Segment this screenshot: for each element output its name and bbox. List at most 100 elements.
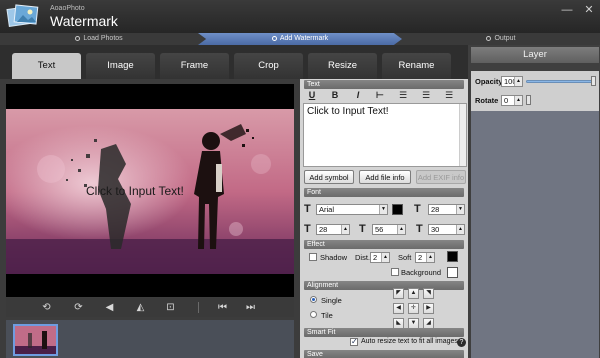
toolbar-divider (198, 302, 199, 313)
section-text-header: Text (304, 80, 464, 89)
background-color-swatch[interactable] (447, 267, 458, 278)
rotate-left-icon[interactable]: ⟲ (40, 301, 53, 314)
close-icon[interactable]: ✕ (582, 4, 596, 16)
tab-frame[interactable]: Frame (160, 53, 229, 79)
align-right-icon[interactable]: ☰ (443, 90, 455, 101)
rotate-value: 0 (504, 96, 509, 105)
align-top-right-icon[interactable]: ◥ (423, 288, 434, 299)
font-icon: T (304, 203, 311, 215)
autoresize-label: Auto resize text to fit all images (361, 338, 458, 345)
font-select-value: Arial (319, 205, 335, 214)
strikethrough-icon[interactable]: ⊢ (374, 90, 386, 101)
watermark-text-input[interactable]: Click to Input Text! (303, 103, 467, 167)
char-spacing-value: 30 (431, 225, 440, 234)
line-spacing-value: 28 (319, 225, 328, 234)
add-exif-info-button: Add EXIF info (416, 170, 466, 184)
tab-rename[interactable]: Rename (382, 53, 451, 79)
stepper-icon: ▲ (426, 253, 434, 262)
autoresize-checkbox[interactable] (350, 337, 358, 346)
align-left-icon[interactable]: ☰ (397, 90, 409, 101)
text-input-scrollbar[interactable] (459, 104, 466, 166)
line-spacing-icon: T (304, 223, 311, 235)
rotate-slider-handle[interactable] (526, 95, 531, 105)
tile-radio[interactable] (310, 311, 317, 318)
char-spacing-icon: T (416, 223, 423, 235)
fit-screen-icon[interactable]: ⊡ (164, 301, 177, 314)
flip-vertical-icon[interactable]: ◭ (134, 301, 147, 314)
soft-value: 2 (418, 253, 423, 262)
align-top-left-icon[interactable]: ◤ (393, 288, 404, 299)
background-checkbox[interactable] (391, 268, 399, 276)
align-top-center-icon[interactable]: ▲ (408, 288, 419, 299)
previous-icon[interactable]: ⏮ (216, 301, 229, 314)
layer-title: Layer (471, 47, 599, 63)
tab-text[interactable]: Text (12, 53, 81, 79)
font-size-value: 28 (431, 205, 440, 214)
align-middle-left-icon[interactable]: ◀ (393, 303, 404, 314)
stepper-icon: ▲ (341, 225, 349, 234)
italic-icon[interactable]: I (352, 90, 364, 101)
watermark-text-overlay[interactable]: Click to Input Text! (86, 184, 184, 198)
opacity-stepper[interactable]: 100 ▲ (501, 76, 523, 87)
letter-height-icon: T (359, 223, 366, 235)
tab-crop[interactable]: Crop (234, 53, 303, 79)
preview-toolbar: ⟲ ⟳ ◀ ◭ ⊡ ⏮ ⏭ (6, 298, 294, 317)
font-size-select[interactable]: 28 ▼ (428, 204, 465, 215)
next-icon[interactable]: ⏭ (244, 301, 257, 314)
section-effect-header: Effect (304, 240, 464, 249)
shadow-label: Shadow (320, 253, 348, 262)
layer-properties: Opacity 100 ▲ Rotate 0 ▲ (471, 71, 599, 111)
rotate-right-icon[interactable]: ⟳ (72, 301, 85, 314)
step-label: Add Watermark (279, 35, 329, 42)
font-select[interactable]: Arial ▼ (316, 204, 388, 215)
shadow-color-swatch[interactable] (447, 251, 458, 262)
tab-resize[interactable]: Resize (308, 53, 377, 79)
align-middle-right-icon[interactable]: ▶ (423, 303, 434, 314)
section-smartfit-header: Smart Fit (304, 328, 464, 337)
title-bar: AoaoPhoto Watermark — ✕ (0, 0, 600, 33)
tab-bar: Text Image Frame Crop Resize Rename (0, 45, 468, 79)
step-output[interactable]: Output (402, 33, 600, 45)
soft-stepper[interactable]: 2 ▲ (415, 252, 435, 263)
section-font-header: Font (304, 188, 464, 197)
tile-label: Tile (321, 311, 333, 320)
chevron-down-icon: ▼ (379, 205, 387, 214)
single-label: Single (321, 296, 342, 305)
stepper-icon: ▲ (381, 253, 389, 262)
flip-horizontal-icon[interactable]: ◀ (103, 301, 116, 314)
bold-icon[interactable]: B (329, 90, 341, 101)
shadow-checkbox[interactable] (309, 253, 317, 261)
thumbnail-image (15, 326, 56, 354)
line-spacing-stepper[interactable]: 28 ▲ (316, 224, 350, 235)
stepper-icon: ▲ (514, 96, 522, 105)
opacity-slider-handle[interactable] (591, 76, 596, 86)
align-center-icon[interactable]: ✛ (408, 303, 419, 314)
rotate-label: Rotate (475, 96, 499, 105)
app-subtitle: AoaoPhoto (50, 5, 85, 12)
dist-stepper[interactable]: 2 ▲ (370, 252, 390, 263)
rotate-stepper[interactable]: 0 ▲ (501, 95, 523, 106)
tab-image[interactable]: Image (86, 53, 155, 79)
letter-height-stepper[interactable]: 56 ▲ (372, 224, 406, 235)
layer-list[interactable] (471, 111, 599, 358)
step-label: Output (494, 35, 516, 42)
add-symbol-button[interactable]: Add symbol (304, 170, 354, 184)
layer-panel: Layer Opacity 100 ▲ Rotate 0 ▲ (468, 45, 600, 358)
help-icon[interactable]: ? (457, 338, 466, 347)
font-color-swatch[interactable] (392, 204, 403, 215)
opacity-slider[interactable] (526, 80, 594, 83)
image-preview[interactable]: Click to Input Text! (6, 84, 294, 297)
step-label: Load Photos (83, 35, 123, 42)
single-radio[interactable] (310, 296, 317, 303)
add-file-info-button[interactable]: Add file info (359, 170, 411, 184)
stepper-icon: ▲ (397, 225, 405, 234)
step-add-watermark[interactable]: Add Watermark (198, 33, 402, 45)
photo-thumbnail[interactable] (13, 324, 58, 356)
char-spacing-stepper[interactable]: 30 ▲ (428, 224, 465, 235)
align-center-icon[interactable]: ☰ (420, 90, 432, 101)
step-load-photos[interactable]: Load Photos (0, 33, 198, 45)
soft-label: Soft (398, 253, 412, 262)
minimize-icon[interactable]: — (560, 4, 574, 16)
underline-icon[interactable]: U (306, 90, 318, 101)
text-input-value: Click to Input Text! (307, 106, 389, 117)
